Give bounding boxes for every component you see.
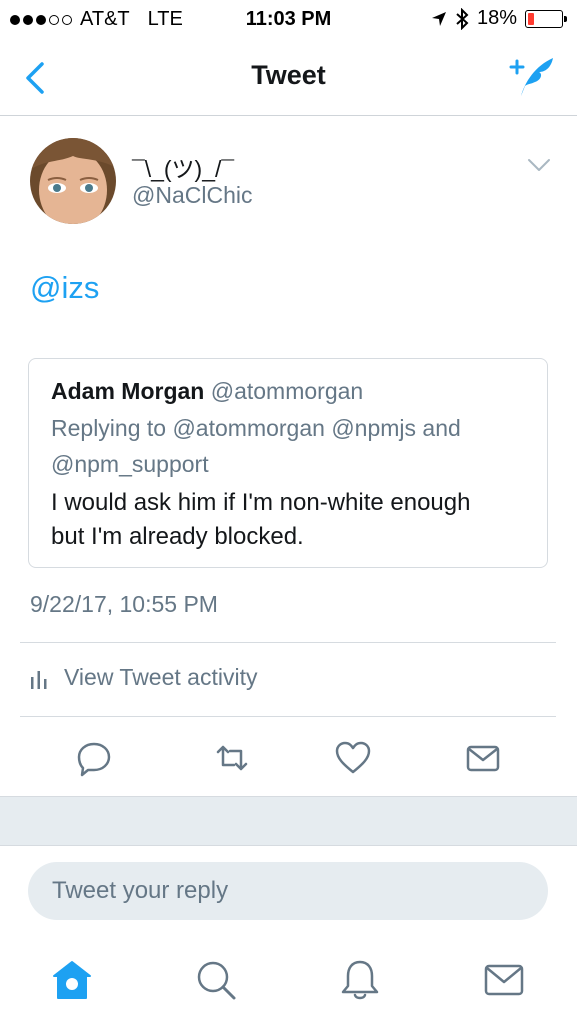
page-title: Tweet	[251, 60, 326, 90]
chevron-down-icon[interactable]	[526, 156, 552, 174]
tweet-actions	[0, 730, 577, 786]
home-icon[interactable]	[50, 958, 94, 1002]
activity-label: View Tweet activity	[64, 664, 258, 690]
status-right: 18%	[431, 7, 567, 30]
search-icon[interactable]	[194, 958, 238, 1002]
dm-icon[interactable]	[463, 738, 503, 778]
reply-placeholder: Tweet your reply	[52, 877, 229, 904]
status-bar: AT&T LTE 11:03 PM 18%	[0, 0, 577, 38]
quoted-reply-context: Replying to @atommorgan @npmjs and @npm_…	[51, 410, 525, 482]
quoted-author-handle: @atommorgan	[210, 378, 364, 404]
quoted-author-name: Adam Morgan	[51, 378, 205, 404]
quoted-tweet[interactable]: Adam Morgan @atommorgan Replying to @ato…	[28, 358, 548, 568]
display-name[interactable]: ¯\_(ツ)_/¯	[132, 150, 234, 184]
tweet-text[interactable]: @izs	[30, 270, 99, 306]
reply-context-line: Replying to @atommorgan @npmjs and	[51, 415, 461, 441]
quoted-text-line: but I'm already blocked.	[51, 523, 304, 550]
like-icon[interactable]	[333, 738, 373, 778]
reply-input[interactable]: Tweet your reply	[28, 862, 548, 920]
view-tweet-activity[interactable]: View Tweet activity	[30, 664, 257, 691]
battery-percent: 18%	[476, 7, 517, 29]
divider	[20, 642, 556, 643]
user-handle[interactable]: @NaClChic	[132, 182, 252, 209]
section-separator	[0, 796, 577, 846]
reply-context-line: @npm_support	[51, 451, 209, 477]
quoted-tweet-text: I would ask him if I'm non-white enough …	[51, 486, 525, 554]
nav-bar: Tweet	[0, 38, 577, 116]
bluetooth-icon	[456, 7, 469, 30]
reply-icon[interactable]	[74, 738, 114, 778]
tab-bar	[0, 940, 577, 1024]
notifications-icon[interactable]	[338, 958, 382, 1002]
avatar[interactable]	[30, 138, 116, 224]
quoted-text-line: I would ask him if I'm non-white enough	[51, 489, 471, 516]
compose-tweet-icon[interactable]	[507, 54, 557, 100]
tweet-timestamp: 9/22/17, 10:55 PM	[30, 591, 218, 617]
battery-icon	[525, 9, 567, 28]
location-icon	[431, 11, 446, 26]
retweet-icon[interactable]	[212, 738, 252, 778]
battery-level	[528, 12, 534, 25]
messages-icon[interactable]	[482, 958, 526, 1002]
analytics-icon	[31, 670, 47, 689]
divider	[20, 716, 556, 717]
quoted-tweet-header: Adam Morgan @atommorgan	[51, 375, 525, 408]
